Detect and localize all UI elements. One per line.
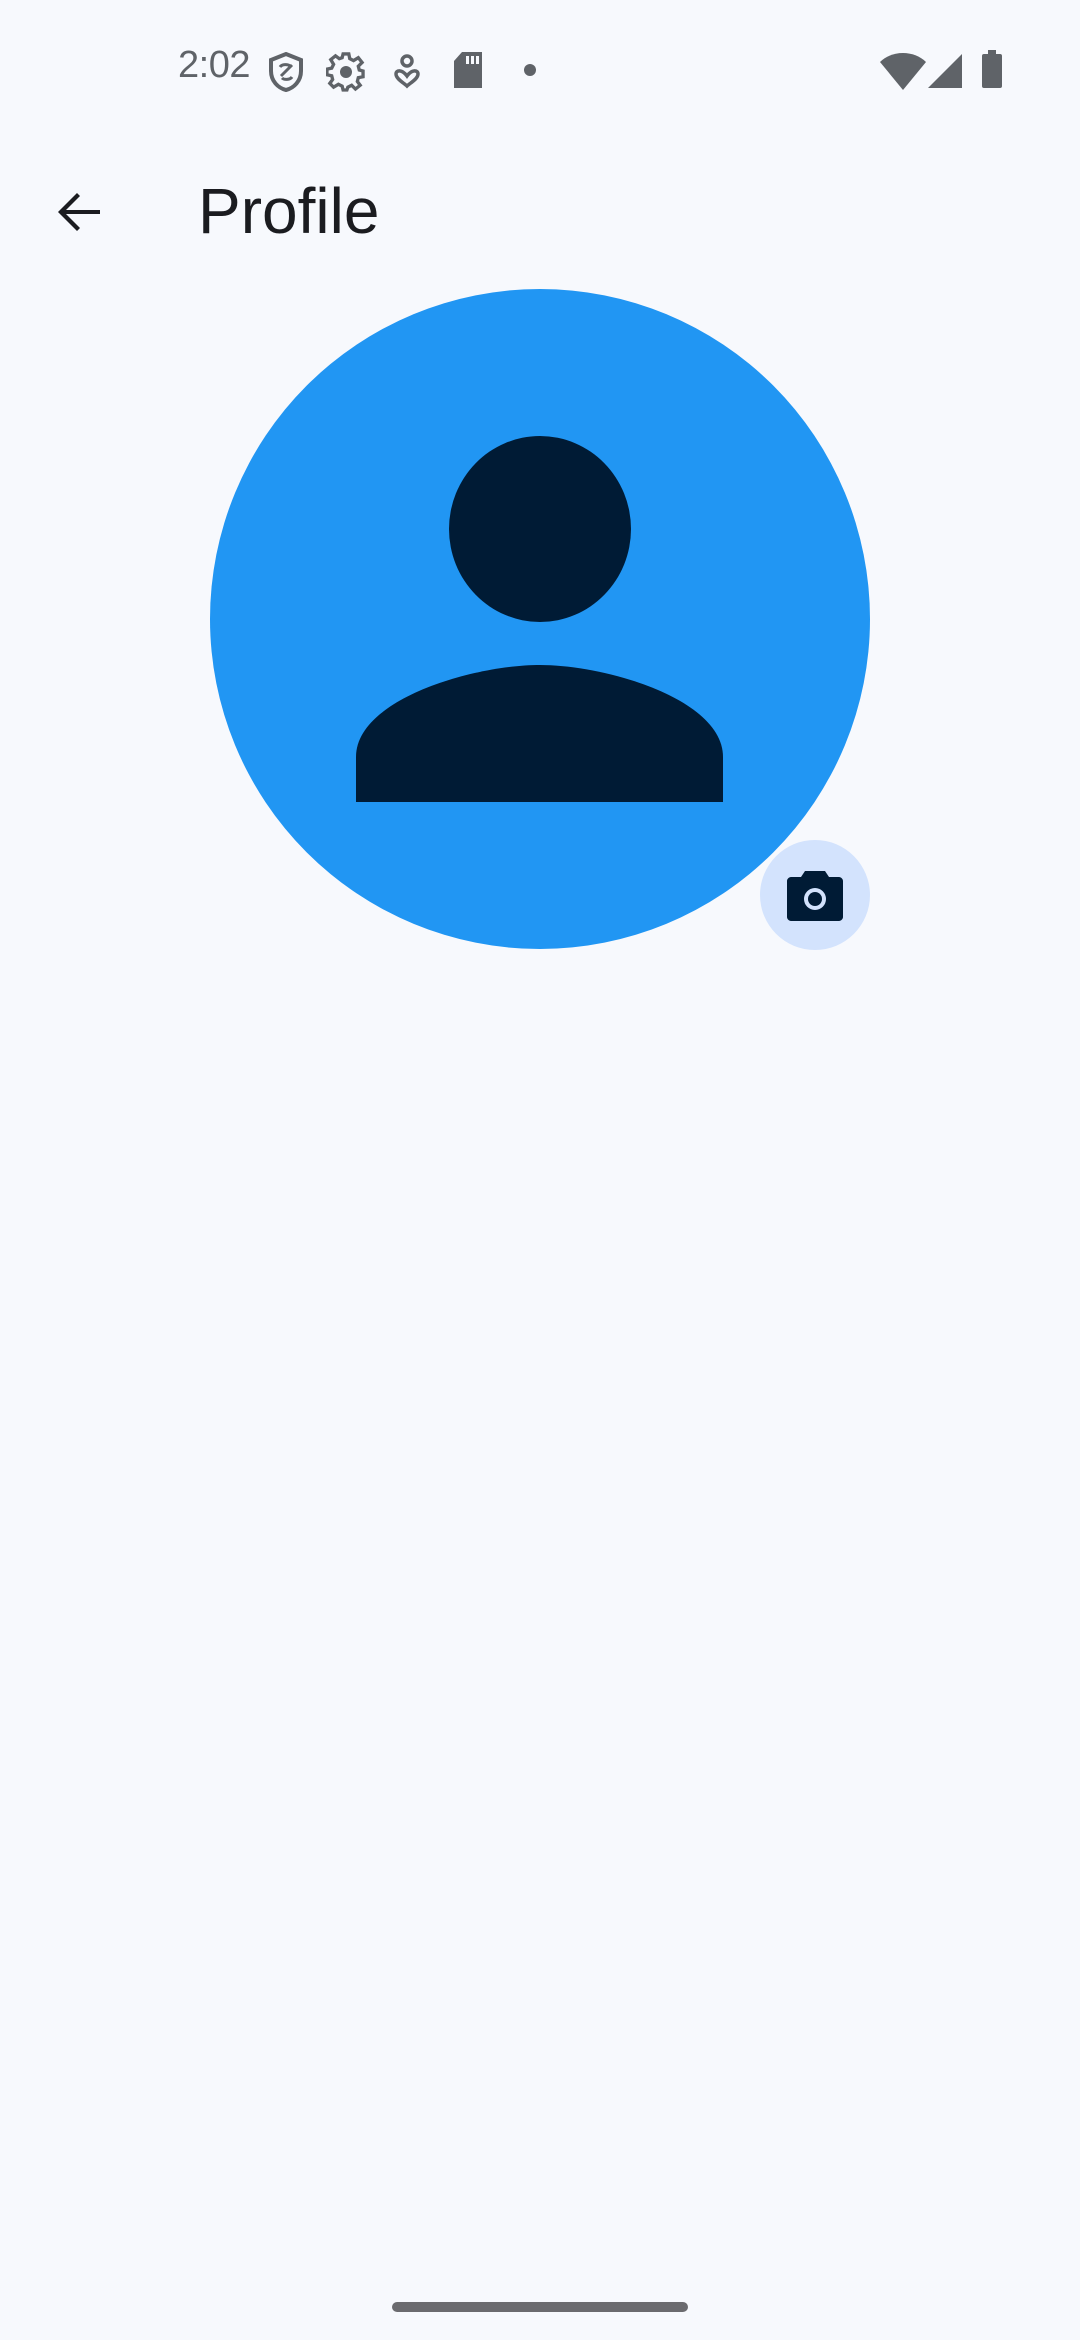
sd-card-icon — [454, 52, 482, 88]
change-photo-button[interactable] — [760, 840, 870, 950]
signal-icon — [928, 54, 962, 88]
gesture-navigation-bar[interactable] — [392, 2302, 688, 2312]
status-bar: 2:02 — [0, 0, 1080, 140]
top-app-bar: Profile — [0, 140, 1080, 284]
profile-screen: 2:02 Profile — [0, 0, 1080, 2340]
page-title: Profile — [198, 175, 380, 247]
profile-avatar[interactable] — [210, 289, 870, 949]
person-icon — [356, 436, 723, 802]
dot-icon — [524, 64, 536, 76]
accessibility-icon — [394, 54, 420, 89]
back-button[interactable] — [32, 164, 128, 260]
camera-icon — [787, 871, 843, 921]
battery-icon — [982, 50, 1002, 88]
status-time: 2:02 — [178, 44, 250, 86]
wifi-icon — [880, 53, 926, 90]
settings-icon — [326, 52, 365, 92]
shield-icon — [269, 52, 303, 92]
arrow-back-icon — [58, 193, 100, 231]
